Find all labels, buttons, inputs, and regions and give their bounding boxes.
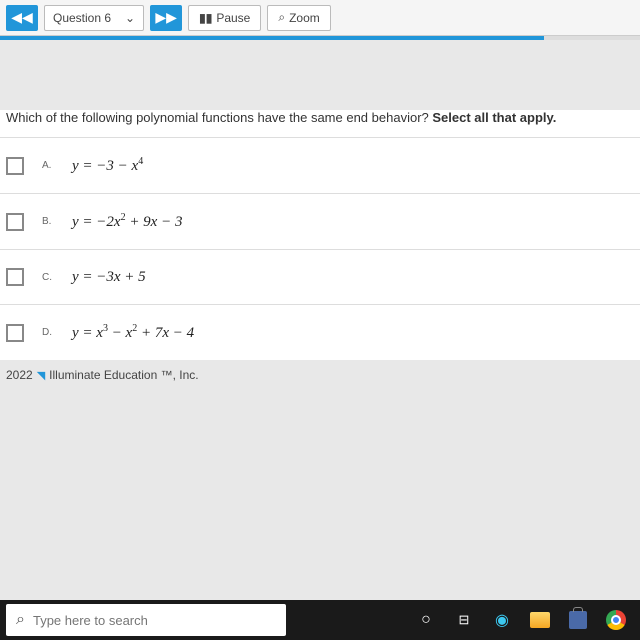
option-letter: B. (42, 216, 54, 227)
task-view-icon[interactable]: ⊟ (446, 602, 482, 638)
search-input[interactable] (33, 613, 276, 628)
search-icon: ⌕ (16, 611, 25, 629)
question-area: Which of the following polynomial functi… (0, 110, 640, 360)
file-explorer-icon[interactable] (522, 602, 558, 638)
option-c[interactable]: C. y = −3x + 5 (0, 249, 640, 304)
progress-bar (0, 36, 640, 40)
toolbar: ◀◀ Question 6 ⌄ ▶▶ ▮▮ Pause ⌕ Zoom (0, 0, 640, 36)
footer: 2022 ◥ Illuminate Education ™, Inc. (0, 360, 640, 390)
question-dropdown[interactable]: Question 6 ⌄ (44, 5, 144, 31)
chrome-icon[interactable] (598, 602, 634, 638)
progress-fill (0, 36, 544, 40)
footer-brand: Illuminate Education ™, Inc. (49, 368, 198, 382)
pause-label: Pause (216, 11, 250, 25)
zoom-button[interactable]: ⌕ Zoom (267, 5, 330, 31)
option-a[interactable]: A. y = −3 − x4 (0, 137, 640, 193)
search-icon: ⌕ (278, 10, 285, 25)
pause-button[interactable]: ▮▮ Pause (188, 5, 261, 31)
prompt-text: Which of the following polynomial functi… (6, 110, 432, 125)
cortana-icon[interactable]: ○ (408, 602, 444, 638)
option-formula: y = −3x + 5 (72, 269, 146, 286)
zoom-label: Zoom (289, 11, 320, 25)
search-box[interactable]: ⌕ (6, 604, 286, 636)
footer-year: 2022 (6, 368, 33, 382)
option-b[interactable]: B. y = −2x2 + 9x − 3 (0, 193, 640, 249)
option-formula: y = −3 − x4 (72, 156, 143, 175)
prev-button[interactable]: ◀◀ (6, 5, 38, 31)
prompt-bold: Select all that apply. (432, 110, 556, 125)
option-letter: C. (42, 272, 54, 283)
rewind-icon: ◀◀ (11, 9, 33, 26)
checkbox-c[interactable] (6, 268, 24, 286)
edge-icon[interactable]: ◉ (484, 602, 520, 638)
question-label: Question 6 (53, 11, 111, 25)
option-formula: y = −2x2 + 9x − 3 (72, 212, 182, 231)
checkbox-b[interactable] (6, 213, 24, 231)
chevron-down-icon: ⌄ (125, 11, 135, 25)
next-button[interactable]: ▶▶ (150, 5, 182, 31)
question-prompt: Which of the following polynomial functi… (0, 110, 640, 137)
taskbar: ⌕ ○ ⊟ ◉ (0, 600, 640, 640)
option-d[interactable]: D. y = x3 − x2 + 7x − 4 (0, 304, 640, 360)
store-icon[interactable] (560, 602, 596, 638)
pause-icon: ▮▮ (199, 11, 212, 25)
option-letter: D. (42, 327, 54, 338)
forward-icon: ▶▶ (155, 9, 177, 26)
option-letter: A. (42, 160, 54, 171)
brand-icon: ◥ (37, 369, 45, 382)
checkbox-d[interactable] (6, 324, 24, 342)
checkbox-a[interactable] (6, 157, 24, 175)
option-formula: y = x3 − x2 + 7x − 4 (72, 323, 194, 342)
